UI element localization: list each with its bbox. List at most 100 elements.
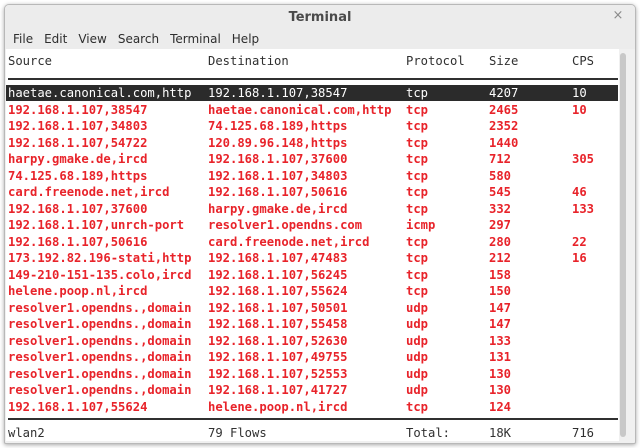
menu-view[interactable]: View bbox=[73, 32, 111, 46]
row-source: harpy.gmake.de,ircd bbox=[8, 152, 148, 166]
row-destination: 192.168.1.107,38547 bbox=[208, 86, 348, 100]
row-cps: 10 bbox=[572, 102, 587, 117]
row-size: 150 bbox=[489, 284, 512, 298]
row-size: 280 bbox=[489, 234, 512, 249]
row-size: 147 bbox=[489, 300, 512, 315]
menu-search[interactable]: Search bbox=[113, 32, 164, 46]
row-source: 149-210-151-135.colo,ircd bbox=[8, 267, 192, 282]
row-cps: 46 bbox=[572, 185, 587, 199]
row-size: 545 bbox=[489, 185, 512, 199]
row-destination: 192.168.1.107,37600 bbox=[208, 152, 348, 166]
row-destination: 192.168.1.107,56245 bbox=[208, 267, 348, 282]
row-size: 4207 bbox=[489, 86, 519, 100]
footer-flows: 79 Flows bbox=[208, 426, 267, 440]
row-size: 124 bbox=[489, 399, 512, 414]
row-source: 74.125.68.189,https bbox=[8, 168, 148, 183]
table-row[interactable]: 192.168.1.107,34803 74.125.68.189,https tc… bbox=[6, 118, 618, 134]
row-size: 712 bbox=[489, 152, 512, 166]
row-destination: 192.168.1.107,55458 bbox=[208, 317, 348, 331]
row-protocol: tcp bbox=[406, 135, 429, 150]
row-protocol: udp bbox=[406, 350, 429, 364]
row-destination: resolver1.opendns.com bbox=[208, 218, 363, 232]
row-protocol: tcp bbox=[406, 102, 429, 117]
row-size: 297 bbox=[489, 218, 512, 232]
title-bar[interactable]: Terminal × bbox=[5, 5, 635, 29]
status-footer: wlan2 79 Flows Total: 18K 716 bbox=[6, 425, 618, 441]
header-source: Source bbox=[8, 54, 53, 68]
close-icon[interactable]: × bbox=[611, 9, 625, 23]
row-source: resolver1.opendns.,domain bbox=[8, 383, 192, 397]
table-row[interactable]: 74.125.68.189,https 192.168.1.107,34803 tc… bbox=[6, 168, 618, 184]
table-row[interactable]: resolver1.opendns.,domain 192.168.1.107,4… bbox=[6, 382, 618, 398]
table-row[interactable]: resolver1.opendns.,domain 192.168.1.107,5… bbox=[6, 316, 618, 332]
row-size: 147 bbox=[489, 317, 512, 331]
row-destination: 192.168.1.107,34803 bbox=[208, 168, 348, 183]
row-protocol: tcp bbox=[406, 267, 429, 282]
row-protocol: tcp bbox=[406, 399, 429, 414]
row-destination: 74.125.68.189,https bbox=[208, 119, 348, 133]
table-row[interactable]: 173.192.82.196-stati,http 192.168.1.107,4… bbox=[6, 250, 618, 266]
row-source: resolver1.opendns.,domain bbox=[8, 300, 192, 315]
table-row[interactable]: resolver1.opendns.,domain 192.168.1.107,5… bbox=[6, 300, 618, 316]
row-size: 131 bbox=[489, 350, 512, 364]
row-size: 2465 bbox=[489, 102, 519, 117]
row-source: haetae.canonical.com,http bbox=[8, 86, 192, 100]
menu-terminal[interactable]: Terminal bbox=[165, 32, 226, 46]
row-source: 192.168.1.107,37600 bbox=[8, 201, 148, 216]
row-destination: harpy.gmake.de,ircd bbox=[208, 201, 348, 216]
row-protocol: tcp bbox=[406, 284, 429, 298]
scrollbar-thumb[interactable] bbox=[620, 53, 626, 437]
row-size: 2352 bbox=[489, 119, 519, 133]
table-row[interactable]: resolver1.opendns.,domain 192.168.1.107,5… bbox=[6, 366, 618, 382]
table-row[interactable]: card.freenode.net,ircd 192.168.1.107,5061… bbox=[6, 184, 618, 200]
header-destination: Destination bbox=[208, 54, 289, 68]
row-protocol: tcp bbox=[406, 119, 429, 133]
menu-bar: File Edit View Search Terminal Help bbox=[5, 29, 635, 49]
row-destination: 192.168.1.107,55624 bbox=[208, 284, 348, 298]
table-row-selected[interactable]: haetae.canonical.com,http 192.168.1.107,3… bbox=[6, 85, 618, 101]
row-cps: 133 bbox=[572, 201, 595, 216]
row-cps: 305 bbox=[572, 152, 595, 166]
row-destination: 192.168.1.107,52553 bbox=[208, 366, 348, 381]
table-row[interactable]: helene.poop.nl,ircd 192.168.1.107,55624 tc… bbox=[6, 283, 618, 299]
footer-interface: wlan2 bbox=[8, 426, 45, 440]
menu-edit[interactable]: Edit bbox=[39, 32, 72, 46]
row-source: resolver1.opendns.,domain bbox=[8, 366, 192, 381]
row-protocol: tcp bbox=[406, 86, 429, 100]
table-row[interactable]: resolver1.opendns.,domain 192.168.1.107,5… bbox=[6, 333, 618, 349]
table-row[interactable]: 192.168.1.107,38547 haetae.canonical.com,… bbox=[6, 102, 618, 118]
row-source: resolver1.opendns.,domain bbox=[8, 317, 192, 331]
row-source: 192.168.1.107,34803 bbox=[8, 119, 148, 133]
row-destination: 192.168.1.107,49755 bbox=[208, 350, 348, 364]
row-size: 130 bbox=[489, 366, 512, 381]
row-source: resolver1.opendns.,domain bbox=[8, 333, 192, 348]
terminal-area[interactable]: Source Destination Protocol Size CPS hae… bbox=[6, 49, 620, 441]
row-destination: card.freenode.net,ircd bbox=[208, 234, 370, 249]
row-destination: 192.168.1.107,50501 bbox=[208, 300, 348, 315]
menu-help[interactable]: Help bbox=[227, 32, 264, 46]
table-row[interactable]: resolver1.opendns.,domain 192.168.1.107,4… bbox=[6, 349, 618, 365]
row-size: 158 bbox=[489, 267, 512, 282]
menu-file[interactable]: File bbox=[8, 32, 38, 46]
table-row[interactable]: harpy.gmake.de,ircd 192.168.1.107,37600 tc… bbox=[6, 151, 618, 167]
table-row[interactable]: 149-210-151-135.colo,ircd 192.168.1.107,5… bbox=[6, 267, 618, 283]
table-row[interactable]: 192.168.1.107,unrch-port resolver1.opendn… bbox=[6, 217, 618, 233]
row-source: 192.168.1.107,55624 bbox=[8, 399, 148, 414]
row-protocol: tcp bbox=[406, 152, 429, 166]
terminal-window: Terminal × File Edit View Search Termina… bbox=[4, 4, 636, 444]
header-rule bbox=[8, 78, 618, 80]
table-row[interactable]: 192.168.1.107,37600 harpy.gmake.de,ircd tc… bbox=[6, 201, 618, 217]
table-row[interactable]: 192.168.1.107,55624 helene.poop.nl,ircd tc… bbox=[6, 399, 618, 415]
row-protocol: udp bbox=[406, 366, 429, 381]
row-protocol: udp bbox=[406, 300, 429, 315]
table-row[interactable]: 192.168.1.107,50616 card.freenode.net,irc… bbox=[6, 234, 618, 250]
window-title: Terminal bbox=[288, 10, 352, 25]
row-protocol: udp bbox=[406, 333, 429, 348]
table-row[interactable]: 192.168.1.107,54722 120.89.96.148,https tc… bbox=[6, 135, 618, 151]
row-protocol: tcp bbox=[406, 185, 429, 199]
scrollbar[interactable] bbox=[619, 49, 627, 441]
row-destination: 192.168.1.107,52630 bbox=[208, 333, 348, 348]
header-cps: CPS bbox=[572, 54, 595, 68]
footer-total-label: Total: bbox=[406, 426, 451, 440]
row-destination: 192.168.1.107,47483 bbox=[208, 251, 348, 265]
